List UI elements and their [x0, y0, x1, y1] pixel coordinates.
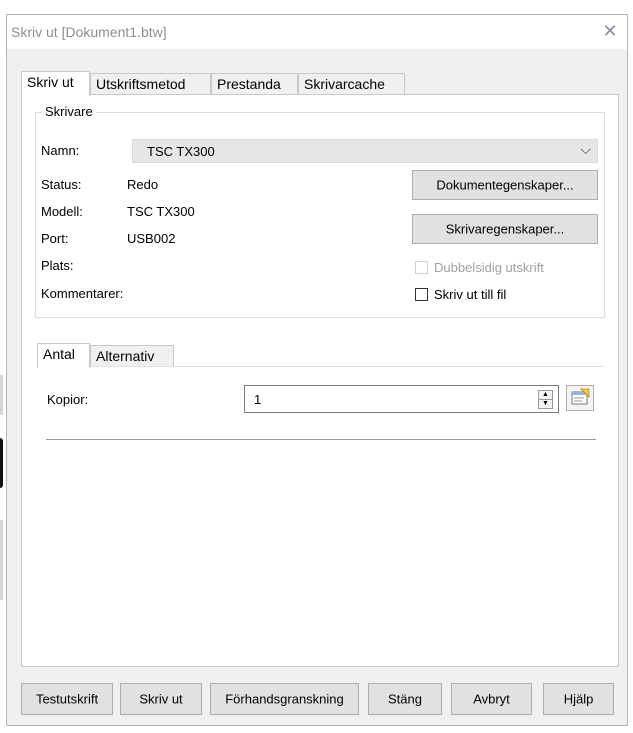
variable-picker-icon[interactable] [566, 385, 594, 411]
tab-skriv-ut[interactable]: Skriv ut [21, 71, 90, 96]
tab-panel: Skrivare Namn: TSC TX300 ⌵ Status: Redo … [21, 94, 619, 667]
port-value: USB002 [127, 231, 176, 246]
tab-prestanda[interactable]: Prestanda [211, 73, 298, 95]
copies-spinner: ▲ ▼ [538, 390, 553, 409]
printer-name-value: TSC TX300 [147, 144, 215, 159]
print-dialog: Skriv ut [Dokument1.btw] ✕ Skriv ut Utsk… [6, 14, 628, 726]
copies-input[interactable]: 1 ▲ ▼ [244, 385, 559, 413]
preview-button[interactable]: Förhandsgranskning [210, 683, 359, 715]
arrow-down-icon[interactable]: ▼ [539, 400, 552, 408]
printer-group-legend: Skrivare [42, 104, 96, 119]
duplex-label: Dubbelsidig utskrift [434, 260, 544, 275]
close-label: Stäng [388, 691, 422, 707]
model-label: Modell: [41, 204, 83, 219]
model-value: TSC TX300 [127, 204, 195, 219]
printer-group: Skrivare Namn: TSC TX300 ⌵ Status: Redo … [35, 104, 605, 318]
help-label: Hjälp [563, 691, 594, 707]
copies-label: Kopior: [47, 392, 89, 407]
sub-tab-divider [37, 366, 605, 367]
printer-properties-button[interactable]: Skrivaregenskaper... [412, 214, 598, 244]
tab-antal[interactable]: Antal [37, 343, 90, 368]
printer-properties-label: Skrivaregenskaper... [445, 221, 565, 237]
location-label: Plats: [41, 258, 74, 273]
window-title: Skriv ut [Dokument1.btw] [11, 24, 167, 40]
test-print-label: Testutskrift [35, 691, 99, 707]
help-button[interactable]: Hjälp [543, 683, 614, 715]
print-button[interactable]: Skriv ut [120, 683, 202, 715]
tab-utskriftsmetod[interactable]: Utskriftsmetod [90, 73, 211, 95]
printer-name-label: Namn: [41, 143, 80, 158]
print-to-file-checkbox[interactable] [415, 288, 428, 301]
arrow-up-icon[interactable]: ▲ [539, 391, 552, 399]
document-properties-button[interactable]: Dokumentegenskaper... [412, 170, 598, 200]
preview-label: Förhandsgranskning [225, 691, 344, 707]
background-divider [0, 520, 3, 600]
print-to-file-label: Skriv ut till fil [434, 287, 507, 302]
cancel-label: Avbryt [473, 691, 510, 707]
chevron-down-icon: ⌵ [580, 141, 591, 157]
port-label: Port: [41, 231, 69, 246]
close-button[interactable]: Stäng [368, 683, 442, 715]
document-properties-label: Dokumentegenskaper... [436, 177, 574, 193]
comment-label: Kommentarer: [41, 286, 124, 301]
close-icon[interactable]: ✕ [599, 20, 621, 42]
test-print-button[interactable]: Testutskrift [21, 683, 113, 715]
copies-value: 1 [254, 392, 262, 407]
tab-alternativ[interactable]: Alternativ [90, 345, 174, 367]
printer-name-select[interactable]: TSC TX300 ⌵ [132, 139, 598, 163]
print-label: Skriv ut [139, 691, 183, 707]
copies-separator [46, 439, 596, 440]
status-value: Redo [127, 177, 159, 192]
tab-skrivarcache[interactable]: Skrivarcache [298, 73, 405, 95]
duplex-checkbox[interactable] [415, 261, 428, 274]
cancel-button[interactable]: Avbryt [451, 683, 532, 715]
title-bar: Skriv ut [Dokument1.btw] ✕ [7, 15, 627, 49]
status-label: Status: [41, 177, 82, 192]
background-divider [0, 375, 3, 415]
background-artifact [0, 438, 3, 488]
